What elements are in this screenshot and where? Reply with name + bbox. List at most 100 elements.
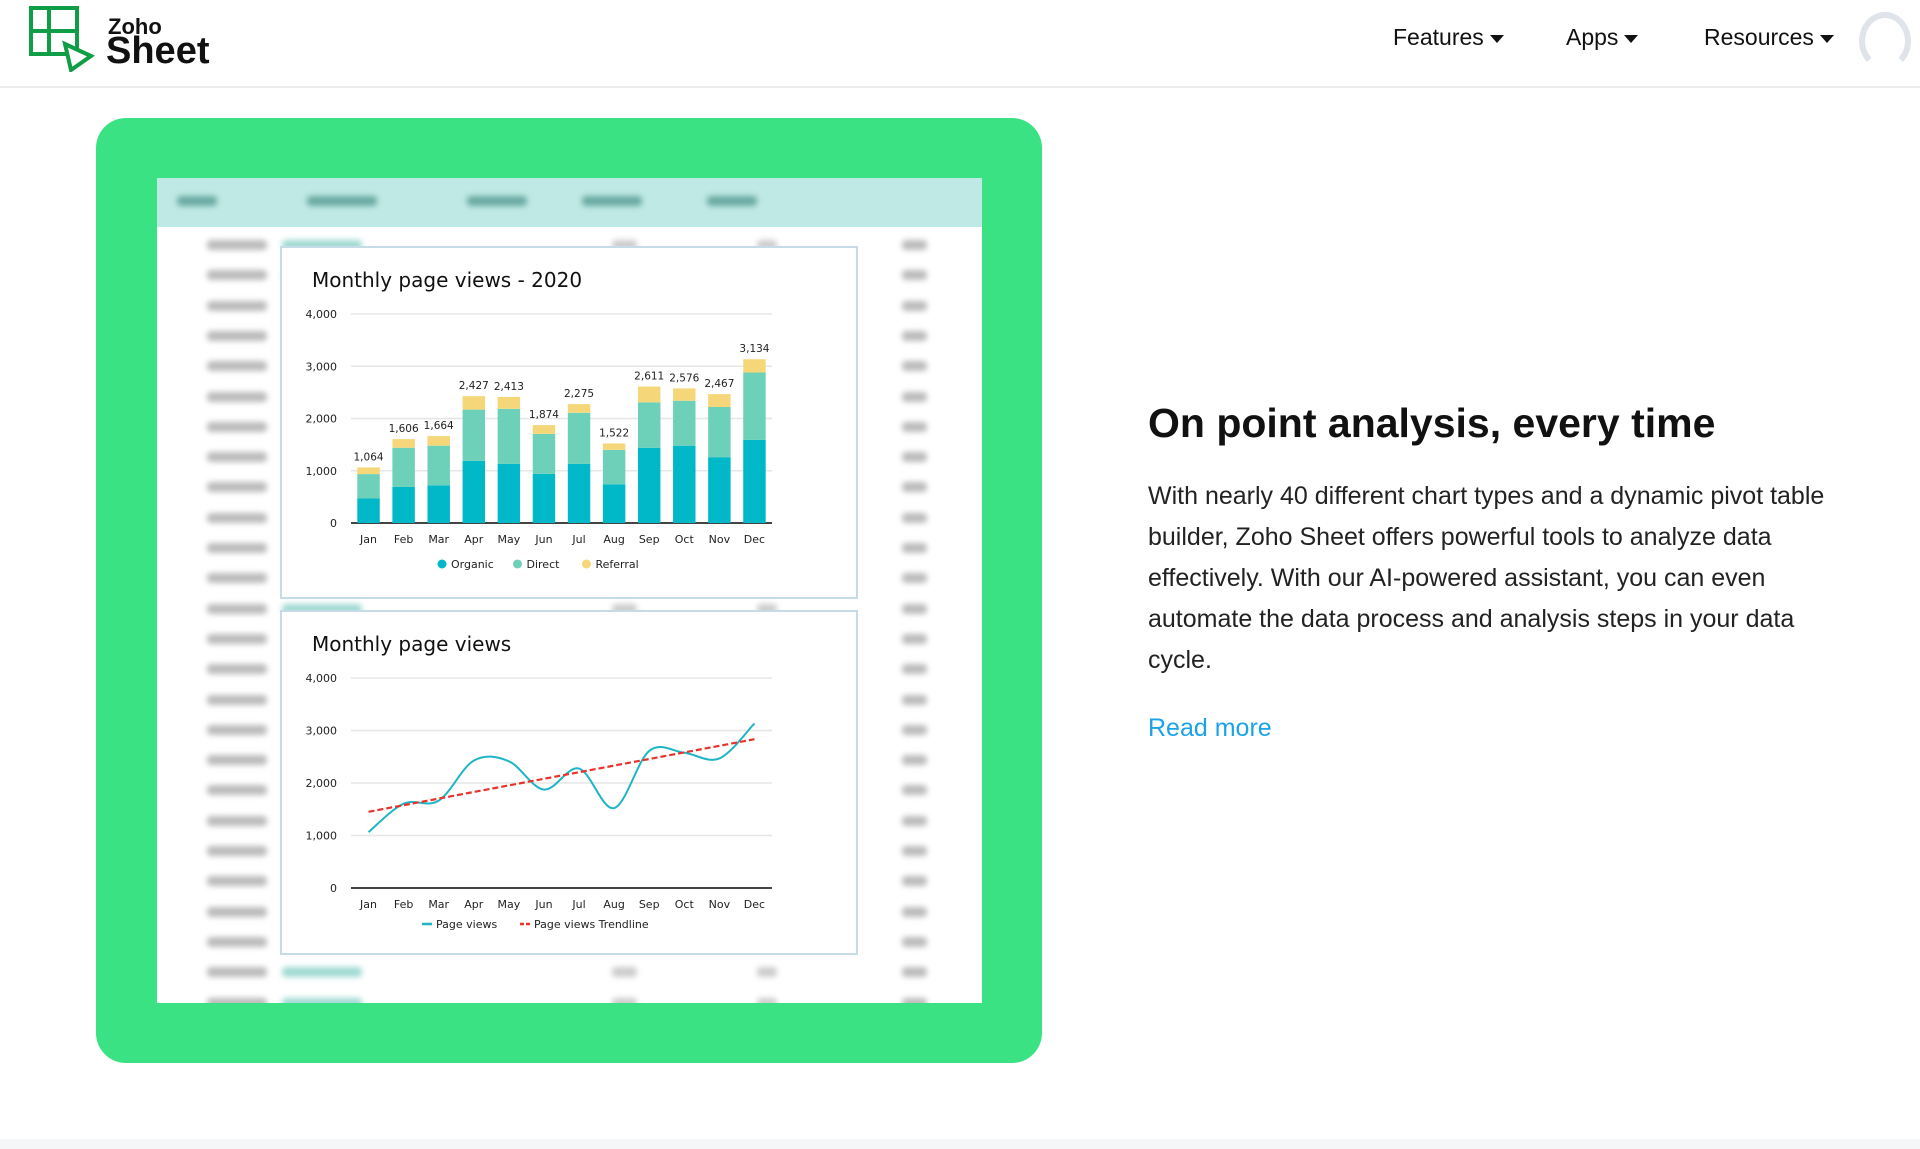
blurred-cell	[902, 936, 927, 947]
x-tick-label: Apr	[464, 533, 484, 546]
blurred-cell	[902, 543, 927, 553]
x-tick-label: Nov	[709, 533, 731, 546]
blurred-cell	[207, 391, 267, 402]
blurred-cell	[902, 755, 927, 766]
caret-down-icon	[1489, 35, 1504, 43]
blurred-cell	[207, 512, 267, 523]
blurred-cell	[207, 240, 267, 250]
line-chart-title: Monthly page views	[312, 632, 512, 656]
x-tick-label: Mar	[428, 533, 449, 546]
x-tick-label: Nov	[709, 898, 731, 911]
blurred-cell	[902, 876, 927, 887]
legend-label: Referral	[596, 558, 639, 571]
blurred-cell	[207, 633, 267, 644]
blurred-cell	[902, 240, 927, 250]
blurred-cell	[902, 664, 927, 675]
bar-segment-referral	[357, 467, 380, 475]
blurred-cell	[902, 815, 927, 826]
zoho-sheet-logo[interactable]: Zoho Sheet	[29, 6, 219, 74]
blurred-cell	[207, 300, 267, 311]
blurred-cell	[207, 846, 267, 856]
bar-total-label: 1,664	[424, 420, 454, 432]
user-avatar-icon[interactable]	[1859, 12, 1911, 70]
blurred-cell	[902, 391, 927, 402]
x-tick-label: Oct	[675, 898, 695, 911]
y-tick-label: 3,000	[306, 360, 338, 373]
x-tick-label: Jun	[534, 533, 552, 546]
blurred-cell	[207, 876, 267, 887]
y-tick-label: 0	[330, 517, 337, 530]
legend-marker	[513, 559, 522, 569]
section-description: With nearly 40 different chart types and…	[1148, 482, 1825, 674]
legend-label: Page views	[436, 918, 497, 931]
caret-down-icon	[1624, 35, 1639, 43]
y-tick-label: 3,000	[306, 725, 338, 738]
bar-segment-direct	[602, 449, 626, 485]
spreadsheet-preview: Monthly page views - 2020 0 1,000 2,000 3,0…	[157, 178, 982, 1003]
blurred-cell	[902, 270, 927, 281]
x-tick-label: Aug	[603, 533, 624, 546]
nav-features[interactable]: Features	[1393, 24, 1504, 51]
blurred-header-cell	[177, 196, 217, 206]
blurred-cell	[902, 906, 927, 917]
bar-segment-organic	[743, 439, 766, 523]
y-tick-label: 2,000	[306, 777, 338, 790]
blurred-cell	[207, 815, 267, 826]
blurred-cell	[902, 724, 927, 735]
read-more-link[interactable]: Read more	[1148, 714, 1272, 743]
bar-segment-direct	[532, 433, 556, 474]
x-tick-label: Dec	[744, 533, 765, 546]
bar-segment-organic	[427, 485, 450, 523]
blurred-cell	[612, 997, 637, 1003]
bar-segment-direct	[637, 402, 661, 448]
blurred-cell	[207, 543, 267, 553]
blurred-cell	[207, 936, 267, 947]
bar-segment-organic	[357, 498, 380, 523]
blurred-cell	[207, 573, 267, 584]
x-tick-label: Aug	[603, 898, 624, 911]
blurred-cell	[207, 967, 267, 978]
bar-segment-referral	[637, 386, 661, 403]
blurred-cell	[207, 421, 267, 432]
blurred-cell	[207, 664, 267, 675]
bar-total-label: 2,611	[634, 371, 664, 383]
blurred-cell	[207, 482, 267, 493]
logo-product: Sheet	[106, 30, 210, 72]
bar-segment-direct	[392, 447, 415, 487]
bar-chart-title: Monthly page views - 2020	[312, 268, 583, 292]
bar-segment-referral	[743, 359, 766, 373]
blurred-cell	[902, 633, 927, 644]
blurred-cell	[902, 452, 927, 463]
blurred-header-cell	[707, 196, 757, 206]
bar-chart-panel: Monthly page views - 2020 0 1,000 2,000 3,0…	[280, 246, 858, 599]
bar-total-label: 2,467	[704, 378, 734, 390]
nav-apps[interactable]: Apps	[1566, 24, 1639, 51]
bar-segment-referral	[392, 439, 415, 448]
bar-segment-organic	[462, 460, 486, 523]
bar-segment-direct	[567, 412, 591, 464]
legend-marker	[582, 559, 591, 569]
blurred-header-cell	[582, 196, 642, 206]
blurred-cell	[902, 967, 927, 978]
y-tick-label: 4,000	[306, 672, 338, 685]
series-line-page-views	[367, 722, 756, 833]
bar-segment-organic	[637, 447, 661, 523]
spreadsheet-header-row	[157, 178, 982, 227]
blurred-cell	[207, 997, 267, 1003]
bar-segment-organic	[602, 484, 626, 523]
bar-segment-referral	[567, 404, 591, 413]
nav-resources[interactable]: Resources	[1704, 24, 1834, 51]
legend-label: Page views Trendline	[534, 918, 649, 931]
footer-divider	[0, 1139, 1920, 1149]
x-tick-label: Feb	[394, 898, 413, 911]
bar-total-label: 1,606	[389, 423, 419, 435]
line-chart-panel: Monthly page views 0 1,000 2,000 3,000 4,000…	[280, 610, 858, 955]
bar-segment-referral	[462, 396, 486, 410]
bar-segment-direct	[743, 372, 766, 440]
nav-resources-label: Resources	[1704, 24, 1814, 50]
blurred-header-cell	[307, 196, 377, 206]
x-tick-label: Jan	[359, 533, 377, 546]
x-tick-label: Jul	[571, 898, 585, 911]
legend-marker	[437, 559, 447, 569]
blurred-cell	[757, 997, 777, 1003]
